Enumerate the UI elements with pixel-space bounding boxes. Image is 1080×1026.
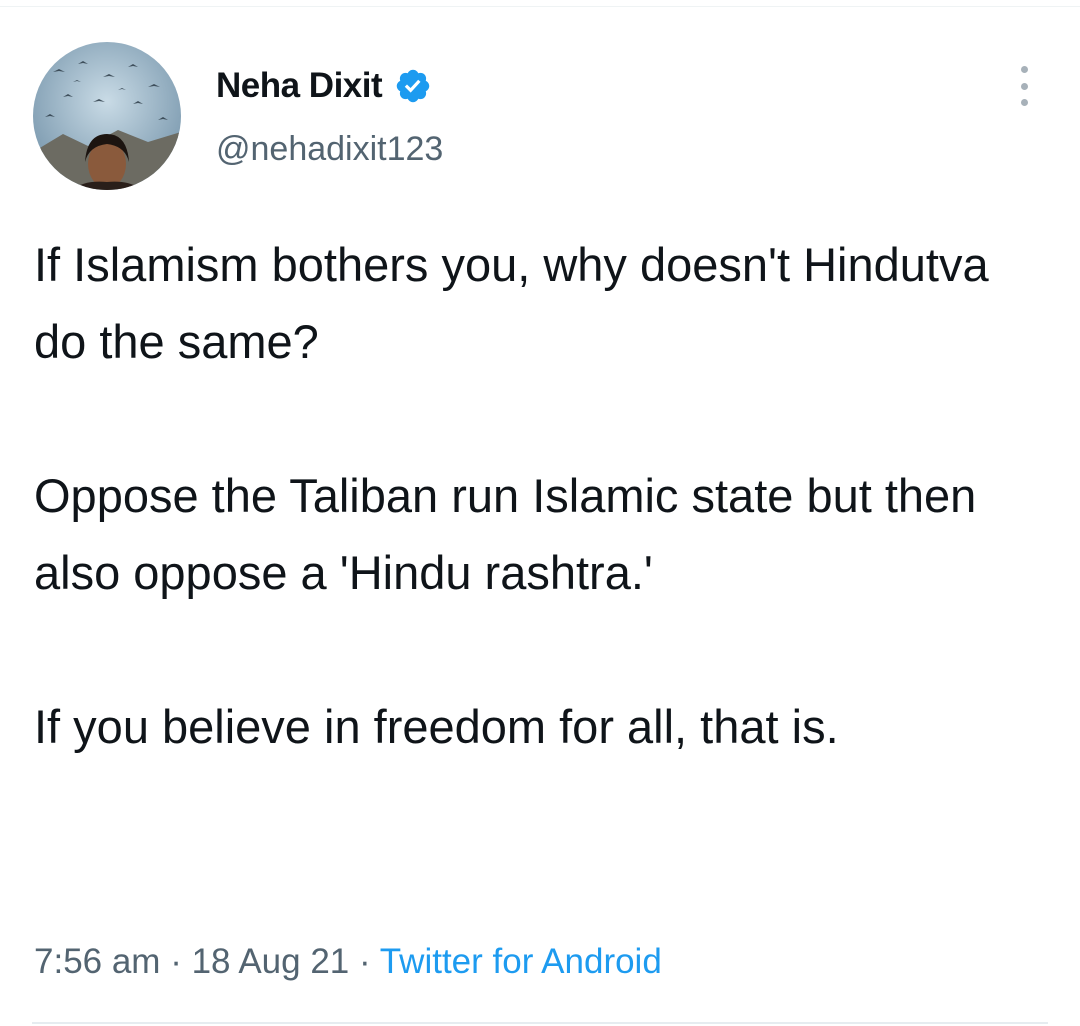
avatar[interactable] [33,42,181,190]
author-name-row[interactable]: Neha Dixit [216,62,432,110]
top-divider [0,6,1080,7]
tweet-source-link[interactable]: Twitter for Android [380,942,662,981]
display-name[interactable]: Neha Dixit [216,66,383,106]
verified-badge-icon [394,67,432,105]
meta-separator: · [358,942,371,981]
bottom-divider [32,1022,1048,1024]
tweet-paragraph: If you believe in freedom for all, that … [34,700,839,753]
more-options-icon[interactable] [1008,66,1040,106]
tweet-text: If Islamism bothers you, why doesn't Hin… [34,226,1044,765]
tweet-metadata: 7:56 am · 18 Aug 21 · Twitter for Androi… [34,942,662,982]
tweet-time[interactable]: 7:56 am [34,942,160,981]
more-dot [1020,82,1028,90]
tweet-paragraph: Oppose the Taliban run Islamic state but… [34,469,977,599]
tweet-date[interactable]: 18 Aug 21 [192,942,350,981]
more-dot [1020,66,1028,73]
author-handle[interactable]: @nehadixit123 [216,130,443,169]
more-dot [1020,99,1028,106]
tweet-paragraph: If Islamism bothers you, why doesn't Hin… [34,238,989,368]
meta-separator: · [170,942,182,981]
avatar-image [33,42,181,190]
